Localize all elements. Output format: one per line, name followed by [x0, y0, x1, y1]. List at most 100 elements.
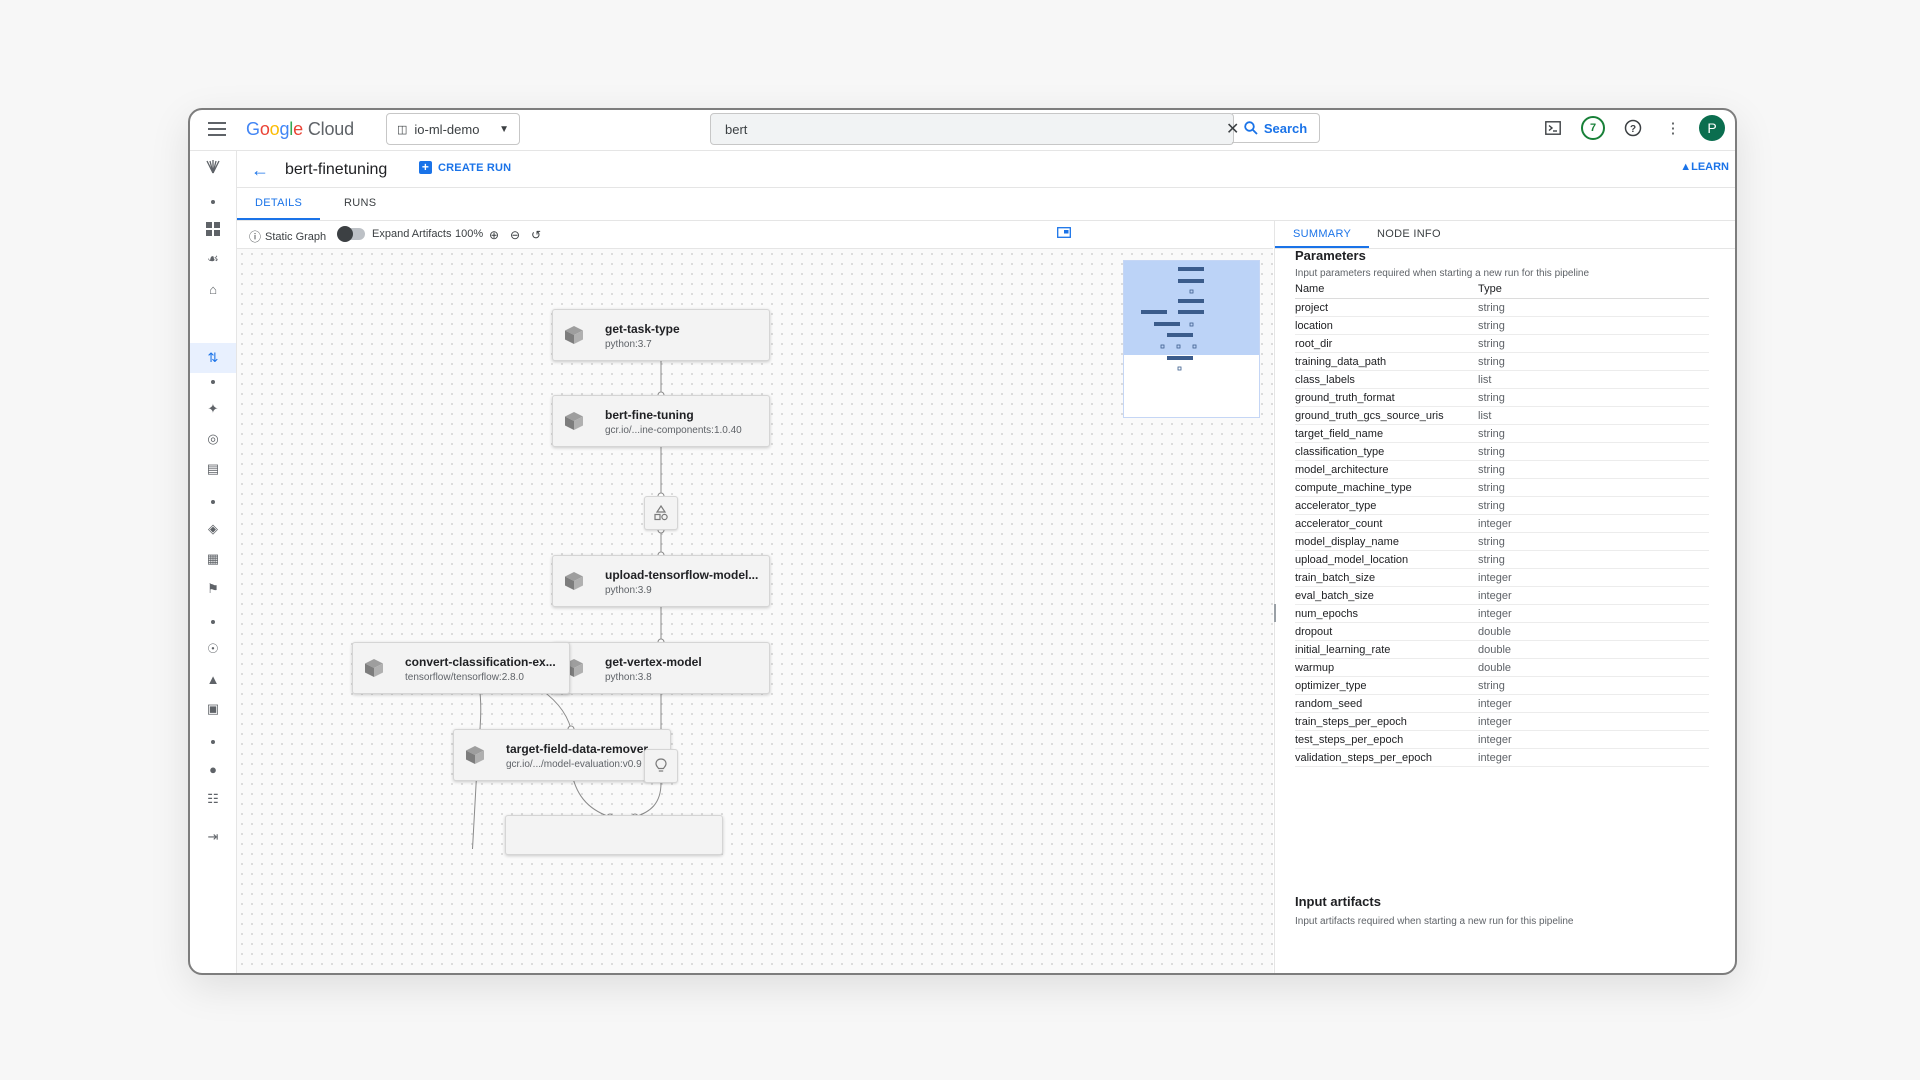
top-bar: GoogleCloud ◫ io-ml-demo ▼ ✕ Search 7 ? … — [190, 110, 1735, 151]
minimap-toggle-icon[interactable] — [1057, 227, 1071, 238]
project-selector[interactable]: ◫ io-ml-demo ▼ — [386, 113, 520, 145]
pipeline-node[interactable]: convert-classification-ex... tensorflow/… — [352, 642, 570, 694]
model-registry-icon[interactable]: ▣ — [203, 699, 223, 719]
workbench-icon[interactable]: ⌂ — [203, 279, 223, 299]
tab-runs[interactable]: RUNS — [326, 187, 394, 220]
param-name: model_architecture — [1295, 460, 1478, 479]
model-garden-icon[interactable]: ☙ — [203, 249, 223, 269]
help-icon[interactable]: ? — [1619, 114, 1647, 142]
table-row: ground_truth_format string — [1295, 388, 1709, 407]
notifications-button[interactable]: 7 — [1579, 114, 1607, 142]
node-name: get-task-type — [605, 322, 680, 336]
chevron-down-icon: ▼ — [499, 123, 509, 135]
param-name: optimizer_type — [1295, 676, 1478, 695]
param-name: random_seed — [1295, 694, 1478, 713]
search-button-label: Search — [1263, 120, 1308, 136]
param-type: string — [1478, 460, 1709, 479]
endpoints-icon[interactable]: ☉ — [203, 639, 223, 659]
menu-icon[interactable] — [208, 122, 226, 136]
notebook-icon[interactable]: ▤ — [203, 459, 223, 479]
pipelines-icon[interactable]: ⇅ — [203, 348, 223, 368]
static-graph-info[interactable]: ⓘ Static Graph — [249, 228, 326, 245]
create-run-button[interactable]: + CREATE RUN — [419, 161, 511, 174]
tab-details[interactable]: DETAILS — [237, 187, 321, 220]
search-button[interactable]: Search — [1232, 113, 1320, 143]
node-image: gcr.io/.../model-evaluation:v0.9 — [506, 759, 642, 770]
param-type: integer — [1478, 586, 1709, 605]
dashboard-icon[interactable] — [203, 219, 223, 239]
zoom-out-icon[interactable]: ⊖ — [510, 228, 520, 242]
tab-summary[interactable]: SUMMARY — [1275, 220, 1370, 248]
google-cloud-logo[interactable]: Google Cloud — [246, 119, 354, 140]
terminal-icon[interactable] — [1539, 114, 1567, 142]
zoom-in-icon[interactable]: ⊕ — [489, 228, 499, 242]
param-name: accelerator_count — [1295, 514, 1478, 533]
learn-button[interactable]: ▲LEARN — [1680, 161, 1729, 173]
table-row: compute_machine_type string — [1295, 478, 1709, 497]
param-name: num_epochs — [1295, 604, 1478, 623]
pipeline-node[interactable]: upload-tensorflow-model... python:3.9 — [552, 555, 770, 607]
zoom-level: 100% — [455, 228, 484, 240]
table-icon[interactable]: ▦ — [203, 549, 223, 569]
table-row: ground_truth_gcs_source_uris list — [1295, 406, 1709, 425]
node-name: convert-classification-ex... — [405, 655, 556, 669]
zoom-reset-icon[interactable]: ↺ — [531, 228, 541, 242]
param-type: integer — [1478, 748, 1709, 767]
back-arrow-icon[interactable]: ← — [251, 160, 269, 181]
node-image: python:3.7 — [605, 339, 652, 350]
param-name: class_labels — [1295, 370, 1478, 389]
palette-icon[interactable]: ◎ — [203, 429, 223, 449]
param-type: integer — [1478, 604, 1709, 623]
lightbulb-icon[interactable]: ● — [203, 759, 223, 779]
parameters-description: Input parameters required when starting … — [1295, 268, 1590, 279]
marketplace-icon[interactable]: ☷ — [203, 789, 223, 809]
param-type: double — [1478, 658, 1709, 677]
nav-divider-dot — [211, 200, 215, 204]
param-name: validation_steps_per_epoch — [1295, 748, 1478, 767]
graph-minimap[interactable] — [1123, 260, 1260, 418]
pipeline-node[interactable]: target-field-data-remover gcr.io/.../mod… — [453, 729, 671, 781]
tab-node-info[interactable]: NODE INFO — [1359, 220, 1459, 248]
param-name: test_steps_per_epoch — [1295, 730, 1478, 749]
artifact-node[interactable] — [644, 749, 678, 783]
datasets-icon[interactable]: ◈ — [203, 519, 223, 539]
add-icon: + — [419, 161, 432, 174]
static-graph-label: Static Graph — [265, 230, 327, 243]
cube-icon — [565, 326, 583, 344]
param-name: root_dir — [1295, 334, 1478, 353]
param-name: project — [1295, 298, 1478, 317]
vertex-ai-logo-icon[interactable] — [203, 157, 223, 177]
expand-nav-icon[interactable]: ⇥ — [203, 827, 223, 847]
avatar[interactable]: P — [1699, 115, 1725, 141]
expand-artifacts-toggle[interactable] — [337, 226, 365, 242]
param-name: initial_learning_rate — [1295, 640, 1478, 659]
summary-panel: SUMMARY NODE INFO Parameters Input param… — [1275, 220, 1735, 973]
param-type: integer — [1478, 568, 1709, 587]
sparkle-icon[interactable]: ✦ — [203, 399, 223, 419]
table-row: train_batch_size integer — [1295, 568, 1709, 587]
more-vert-icon[interactable]: ⋮ — [1659, 114, 1687, 142]
nav-divider-dot — [211, 500, 215, 504]
param-type: string — [1478, 478, 1709, 497]
graph-toolbar: ⓘ Static Graph Expand Artifacts 100% ⊕ ⊖… — [237, 221, 1273, 249]
param-type: double — [1478, 640, 1709, 659]
label-icon[interactable]: ⚑ — [203, 579, 223, 599]
node-image: gcr.io/...ine-components:1.0.40 — [605, 425, 742, 436]
param-type: list — [1478, 406, 1709, 425]
param-type: integer — [1478, 730, 1709, 749]
table-row: model_architecture string — [1295, 460, 1709, 479]
pipeline-node[interactable]: get-vertex-model python:3.8 — [552, 642, 770, 694]
search-icon — [1244, 121, 1258, 135]
create-run-label: CREATE RUN — [438, 161, 512, 174]
node-image: python:3.8 — [605, 672, 652, 683]
artifact-node[interactable] — [644, 496, 678, 530]
experiments-icon[interactable]: ▲ — [203, 669, 223, 689]
pipeline-graph-canvas[interactable]: get-task-type python:3.7 bert-fine-tunin… — [237, 249, 1273, 973]
pipeline-node-partial[interactable] — [505, 815, 723, 855]
pipeline-node[interactable]: bert-fine-tuning gcr.io/...ine-component… — [552, 395, 770, 447]
school-icon: ▲ — [1680, 161, 1692, 173]
shapes-icon — [654, 505, 668, 521]
search-input[interactable] — [711, 114, 1179, 144]
param-type: list — [1478, 370, 1709, 389]
pipeline-node[interactable]: get-task-type python:3.7 — [552, 309, 770, 361]
